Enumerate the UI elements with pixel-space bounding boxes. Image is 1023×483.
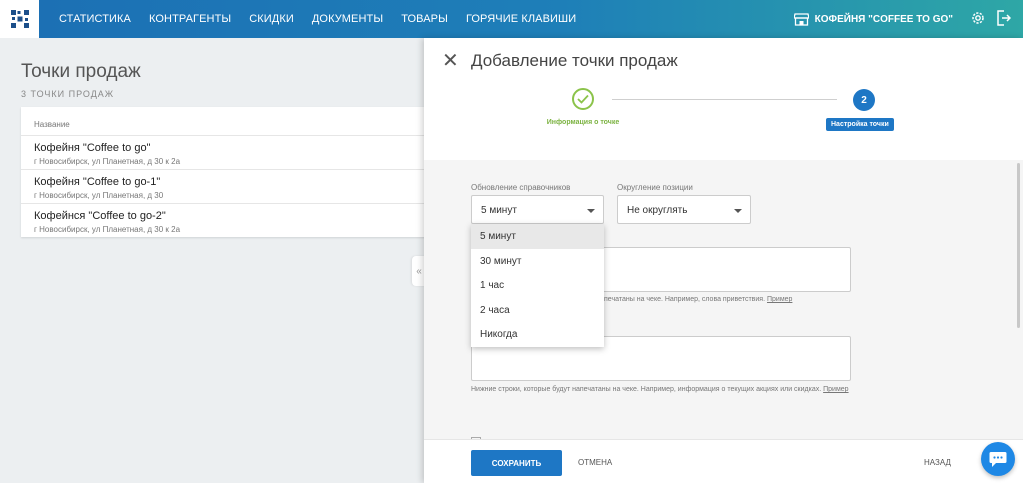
dropdown-option[interactable]: 30 минут bbox=[471, 249, 604, 274]
store-selector[interactable]: КОФЕЙНЯ "COFFEE TO GO" bbox=[793, 0, 953, 38]
row-address: г Новосибирск, ул Планетная, д 30 к 2а bbox=[34, 225, 181, 234]
receipt-footer-hint-text: Нижние строки, которые будут напечатаны … bbox=[471, 386, 822, 393]
update-interval-dropdown: 5 минут 30 минут 1 час 2 часа Никогда bbox=[471, 224, 604, 347]
dropdown-option[interactable]: 5 минут bbox=[471, 224, 604, 249]
chevron-down-icon bbox=[587, 209, 595, 213]
chevron-down-icon bbox=[734, 209, 742, 213]
add-sales-point-panel: ✕ Добавление точки продаж Информация о т… bbox=[424, 38, 1023, 483]
sales-points-count: 3 ТОЧКИ ПРОДАЖ bbox=[21, 89, 115, 99]
store-icon bbox=[793, 12, 809, 26]
step-1-label[interactable]: Информация о точке bbox=[543, 119, 623, 126]
update-interval-select[interactable]: 5 минут bbox=[471, 195, 604, 224]
step-2-label: Настройка точки bbox=[826, 118, 894, 131]
update-interval-label: Обновление справочников bbox=[471, 183, 571, 192]
rounding-select[interactable]: Не округлять bbox=[617, 195, 751, 224]
column-header-name: Название bbox=[34, 120, 70, 129]
row-name: Кофейня "Coffee to go" bbox=[34, 142, 151, 154]
scrollbar[interactable] bbox=[1017, 163, 1020, 328]
back-button[interactable]: НАЗАД bbox=[924, 458, 951, 467]
step-1-check-icon[interactable] bbox=[572, 88, 594, 110]
page-title: Точки продаж bbox=[21, 61, 141, 82]
example-link[interactable]: Пример bbox=[823, 386, 848, 393]
logo[interactable] bbox=[0, 0, 39, 38]
example-link[interactable]: Пример bbox=[767, 296, 792, 303]
table-row[interactable]: Кофейня "Coffee to go" г Новосибирск, ул… bbox=[21, 135, 431, 169]
receipt-header-hint-text: печатаны на чеке. Например, слова привет… bbox=[604, 296, 766, 303]
dropdown-option[interactable]: 1 час bbox=[471, 273, 604, 298]
logo-icon bbox=[10, 10, 29, 28]
nav-discounts[interactable]: СКИДКИ bbox=[249, 13, 294, 25]
dropdown-option[interactable]: 2 часа bbox=[471, 298, 604, 323]
rounding-label: Округление позиции bbox=[617, 183, 693, 192]
main-nav: СТАТИСТИКА КОНТРАГЕНТЫ СКИДКИ ДОКУМЕНТЫ … bbox=[59, 0, 594, 38]
rounding-value: Не округлять bbox=[627, 205, 688, 216]
sales-points-table: Название Кофейня "Coffee to go" г Новоси… bbox=[21, 107, 431, 237]
step-2-number: 2 bbox=[853, 89, 875, 111]
row-address: г Новосибирск, ул Планетная, д 30 к 2а bbox=[34, 157, 181, 166]
update-interval-value: 5 минут bbox=[481, 205, 517, 216]
panel-title: Добавление точки продаж bbox=[471, 51, 678, 70]
panel-footer: СОХРАНИТЬ ОТМЕНА НАЗАД bbox=[424, 439, 1023, 483]
table-row[interactable]: Кофейня "Coffee to go-1" г Новосибирск, … bbox=[21, 169, 431, 203]
save-button[interactable]: СОХРАНИТЬ bbox=[471, 450, 562, 476]
stepper-line bbox=[612, 99, 837, 100]
gear-icon[interactable] bbox=[970, 10, 986, 26]
cancel-button[interactable]: ОТМЕНА bbox=[578, 458, 612, 467]
nav-documents[interactable]: ДОКУМЕНТЫ bbox=[312, 13, 383, 25]
logout-icon[interactable] bbox=[996, 10, 1011, 26]
receipt-footer-hint: Нижние строки, которые будут напечатаны … bbox=[471, 384, 851, 395]
chat-icon bbox=[989, 451, 1007, 467]
top-navbar: СТАТИСТИКА КОНТРАГЕНТЫ СКИДКИ ДОКУМЕНТЫ … bbox=[0, 0, 1023, 38]
table-row[interactable]: Кофейнся "Coffee to go-2" г Новосибирск,… bbox=[21, 203, 431, 237]
nav-hotkeys[interactable]: ГОРЯЧИЕ КЛАВИШИ bbox=[466, 13, 576, 25]
chat-button[interactable] bbox=[981, 442, 1015, 476]
store-name: КОФЕЙНЯ "COFFEE TO GO" bbox=[814, 13, 953, 25]
row-name: Кофейнся "Coffee to go-2" bbox=[34, 210, 166, 222]
dropdown-option[interactable]: Никогда bbox=[471, 322, 604, 347]
close-icon[interactable]: ✕ bbox=[442, 51, 459, 71]
panel-header: ✕ Добавление точки продаж Информация о т… bbox=[424, 38, 1023, 160]
receipt-header-hint: печатаны на чеке. Например, слова привет… bbox=[604, 294, 792, 305]
row-name: Кофейня "Coffee to go-1" bbox=[34, 176, 161, 188]
row-address: г Новосибирск, ул Планетная, д 30 bbox=[34, 191, 164, 200]
nav-statistics[interactable]: СТАТИСТИКА bbox=[59, 13, 131, 25]
nav-contractors[interactable]: КОНТРАГЕНТЫ bbox=[149, 13, 231, 25]
nav-goods[interactable]: ТОВАРЫ bbox=[401, 13, 448, 25]
